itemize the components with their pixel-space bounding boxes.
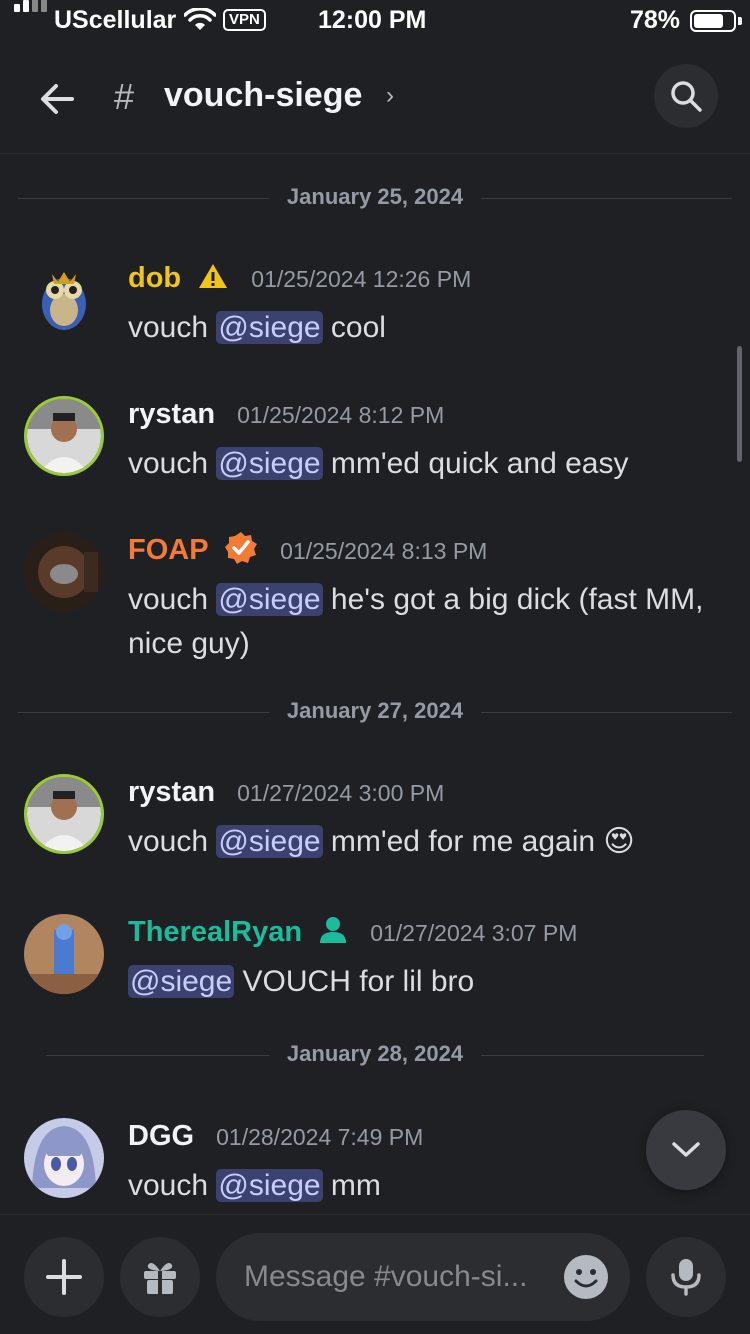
- user-mention[interactable]: @siege: [216, 1169, 323, 1202]
- date-divider-label: January 27, 2024: [268, 698, 482, 723]
- date-divider-label: January 25, 2024: [268, 184, 482, 209]
- status-bar: UScellular VPN 12:00 PM 78%: [0, 0, 750, 42]
- message-input[interactable]: [244, 1255, 564, 1299]
- search-icon: [671, 81, 702, 112]
- date-divider: January 28, 2024: [18, 1041, 732, 1071]
- message-content: vouch @siege mm'ed for me again 😍: [128, 825, 635, 858]
- battery-icon: [690, 10, 736, 32]
- voice-message-button[interactable]: [646, 1237, 726, 1317]
- add-attachment-button[interactable]: [24, 1237, 104, 1317]
- timestamp: 01/25/2024 8:13 PM: [280, 538, 488, 564]
- timestamp: 01/27/2024 3:00 PM: [237, 780, 445, 806]
- emoji-icon[interactable]: [564, 1255, 608, 1299]
- avatar[interactable]: [24, 774, 104, 854]
- username[interactable]: rystan: [128, 398, 215, 430]
- plus-icon: [46, 1259, 82, 1295]
- carrier-name: UScellular: [54, 6, 177, 34]
- battery-percent: 78%: [630, 6, 681, 34]
- jump-to-latest-button[interactable]: [646, 1110, 726, 1190]
- username[interactable]: TherealRyan: [128, 916, 302, 948]
- username[interactable]: DGG: [128, 1120, 194, 1152]
- avatar[interactable]: [24, 1118, 104, 1198]
- channel-hash-icon: #: [114, 76, 135, 117]
- chevron-right-icon[interactable]: ›: [386, 82, 394, 110]
- back-arrow-icon[interactable]: [36, 78, 78, 120]
- message-content: vouch @siege cool: [128, 311, 386, 344]
- user-mention[interactable]: @siege: [216, 311, 323, 344]
- message-input-container[interactable]: [216, 1233, 630, 1321]
- avatar[interactable]: [24, 396, 104, 476]
- timestamp: 01/28/2024 7:49 PM: [216, 1124, 424, 1150]
- gift-icon: [144, 1263, 176, 1294]
- message-composer: [0, 1214, 750, 1334]
- scrollbar[interactable]: [737, 346, 742, 462]
- microphone-icon: [671, 1259, 701, 1296]
- timestamp: 01/27/2024 3:07 PM: [370, 920, 578, 946]
- battery-tip: [738, 17, 742, 25]
- verified-icon: [225, 532, 258, 565]
- channel-header: # vouch-siege ›: [0, 42, 750, 154]
- chevron-down-icon: [672, 1142, 700, 1157]
- vpn-badge: VPN: [223, 9, 266, 31]
- user-mention[interactable]: @siege: [216, 825, 323, 858]
- person-icon: [320, 917, 347, 944]
- channel-name[interactable]: vouch-siege: [164, 76, 362, 115]
- date-divider-label: January 28, 2024: [268, 1041, 482, 1066]
- message-content: vouch @siege he's got a big dick (fast M…: [128, 583, 704, 660]
- warning-icon: [199, 264, 228, 289]
- username[interactable]: FOAP: [128, 534, 208, 566]
- status-time: 12:00 PM: [318, 6, 427, 34]
- message-content: vouch @siege mm'ed quick and easy: [128, 447, 629, 480]
- user-mention[interactable]: @siege: [216, 583, 323, 616]
- username[interactable]: dob: [128, 262, 181, 294]
- wifi-icon: [184, 8, 216, 30]
- timestamp: 01/25/2024 8:12 PM: [237, 402, 445, 428]
- avatar[interactable]: [24, 914, 104, 994]
- message-content: @siege VOUCH for lil bro: [128, 965, 475, 998]
- message-content: vouch @siege mm: [128, 1169, 381, 1202]
- timestamp: 01/25/2024 12:26 PM: [251, 266, 472, 292]
- date-divider: January 27, 2024: [18, 698, 732, 728]
- gift-button[interactable]: [120, 1237, 200, 1317]
- search-button[interactable]: [654, 64, 718, 128]
- user-mention[interactable]: @siege: [128, 965, 235, 998]
- user-mention[interactable]: @siege: [216, 447, 323, 480]
- avatar[interactable]: [24, 532, 104, 612]
- avatar[interactable]: [24, 260, 104, 340]
- date-divider: January 25, 2024: [18, 184, 732, 214]
- username[interactable]: rystan: [128, 776, 215, 808]
